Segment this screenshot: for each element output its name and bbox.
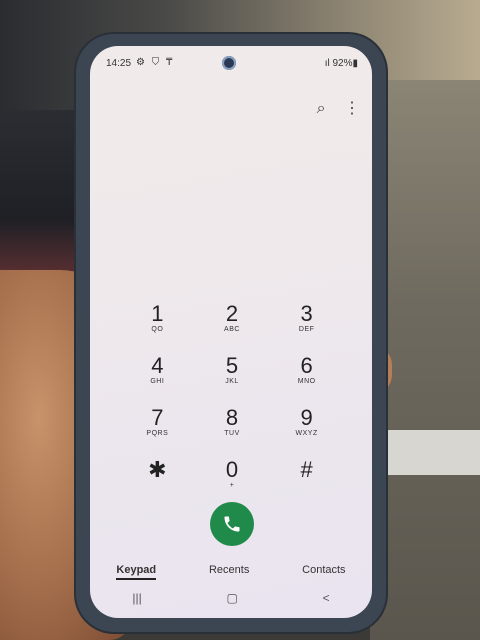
key-digit: 9 [300,405,313,430]
key-star[interactable]: ✱ [120,458,195,498]
system-nav-bar: ||| ▢ < [90,591,372,605]
more-options-icon[interactable]: ⋮ [344,100,360,117]
dial-keypad: 1 QO 2 ABC 3 DEF 4 GHI 5 JKL 6 MNO 7 PQRS 8 TUV … [120,302,344,498]
key-3[interactable]: 3 DEF [269,302,344,342]
key-5[interactable]: 5 JKL [195,354,270,394]
key-digit: ✱ [148,457,167,482]
key-letters: ABC [224,326,240,333]
phone-screen: 14:25 ⚙ ⛉ ₸ ıl 92%▮ ⌕ ⋮ 1 QO 2 ABC 3 DEF 4G… [90,46,372,618]
home-icon[interactable]: ▢ [226,591,237,605]
key-digit: 0 [225,457,239,482]
key-letters: PQRS [146,430,169,437]
status-icons: ⚙ ⛉ ₸ [136,57,175,68]
key-digit: 1 [151,301,164,326]
key-6[interactable]: 6 MNO [269,354,344,394]
key-letters: JKL [225,378,239,385]
key-letters: TUV [224,430,240,437]
key-letters: WXYZ [295,430,318,437]
key-letters: + [229,482,235,489]
front-camera [222,56,236,70]
key-digit: 5 [225,353,239,378]
key-letters: GHI [150,378,165,385]
phone: 14:25 ⚙ ⛉ ₸ ıl 92%▮ ⌕ ⋮ 1 QO 2 ABC 3 DEF 4G… [76,34,386,632]
search-icon[interactable]: ⌕ [317,100,326,117]
tab-keypad[interactable]: Keypad [116,564,157,580]
key-digit: # [300,457,313,482]
key-4[interactable]: 4 GHI [120,354,195,394]
top-actions: ⌕ ⋮ [303,98,360,118]
bottom-tabs: Keypad Recents Contacts [90,564,372,580]
key-digit: 2 [225,301,239,326]
phone-icon [224,516,240,532]
key-digit: 7 [151,405,164,430]
key-7[interactable]: 7 PQRS [120,406,195,446]
key-letters: DEF [298,326,315,333]
key-hash[interactable]: # [269,458,344,498]
key-8[interactable]: 8 TUV [195,406,270,446]
battery-status: ıl 92%▮ [324,58,358,69]
key-digit: 3 [300,301,313,326]
status-time: 14:25 [106,58,132,69]
key-1[interactable]: 1 QO [120,302,195,342]
background-curb [370,430,480,475]
tab-contacts[interactable]: Contacts [302,564,345,580]
key-digit: 4 [151,353,164,378]
key-9[interactable]: 9 WXYZ [269,406,344,446]
key-letters: QO [151,326,164,333]
recent-apps-icon[interactable]: ||| [132,591,141,605]
key-0[interactable]: 0 + [195,458,270,498]
tab-recents[interactable]: Recents [209,564,249,580]
key-digit: 6 [300,353,313,378]
key-2[interactable]: 2 ABC [195,302,270,342]
call-button[interactable] [210,502,254,546]
key-letters: MNO [297,378,316,385]
back-icon[interactable]: < [323,591,330,605]
key-digit: 8 [225,405,239,430]
